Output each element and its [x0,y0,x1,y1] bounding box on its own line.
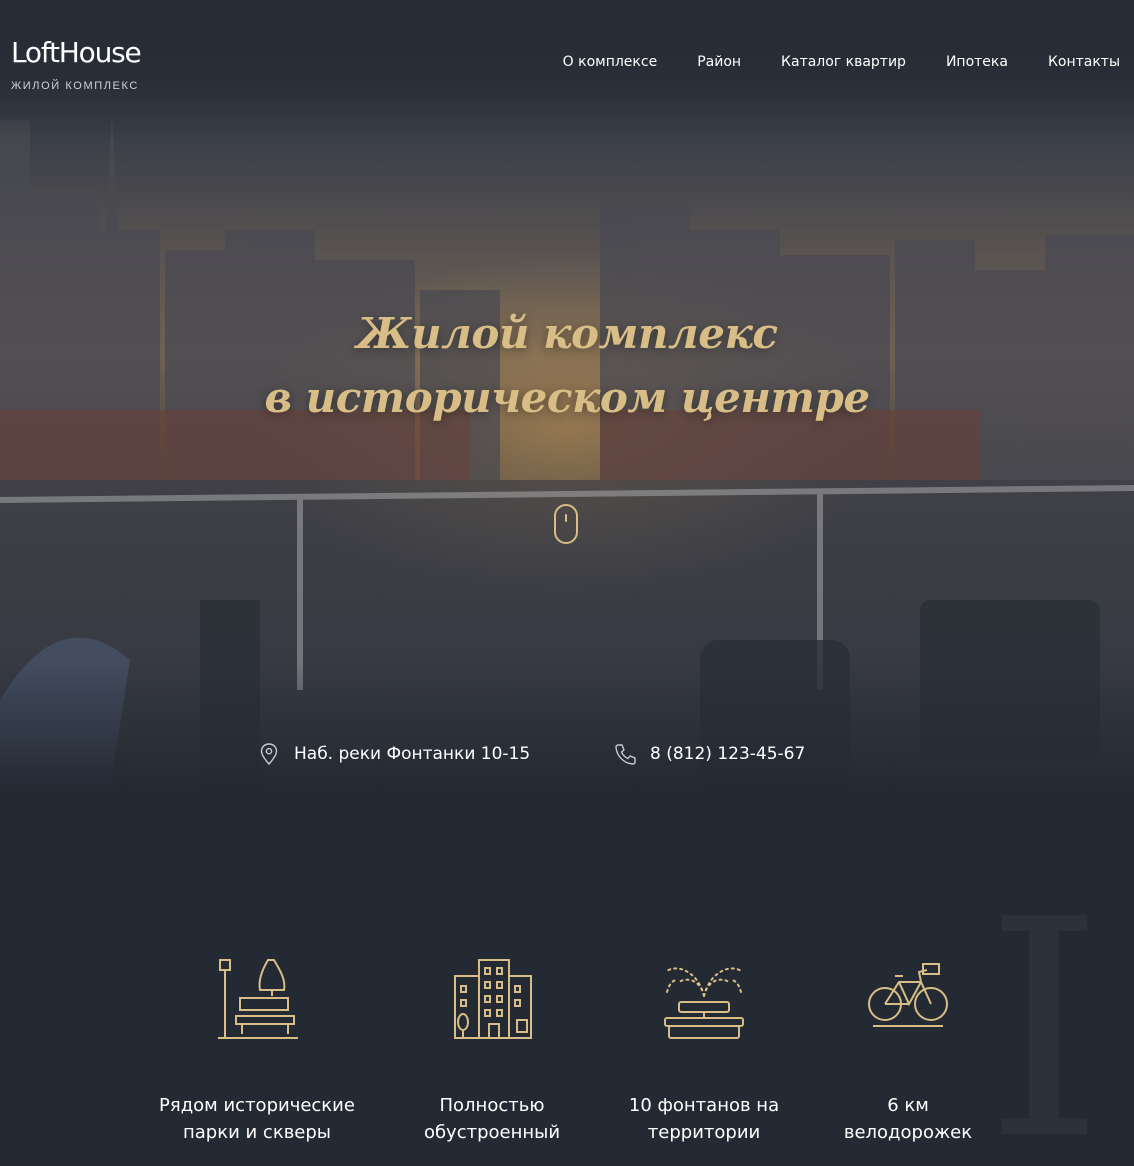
features-section: Рядом исторические парки и скверы Полнос… [0,940,1134,1166]
feature-label-line: 6 км [887,1095,929,1116]
feature-label: Рядом исторические парки и скверы [147,1092,367,1146]
fountain-icon [664,967,744,1039]
address-item: Наб. реки Фонтанки 10-15 [258,742,530,766]
location-pin-icon [260,743,278,766]
nav-item-district[interactable]: Район [697,52,741,72]
feature-item: Рядом исторические парки и скверы [147,940,367,1146]
bicycle-icon [868,963,948,1027]
feature-label: 10 фонтанов на территории [594,1092,814,1146]
contact-bar: Наб. реки Фонтанки 10-15 8 (812) 123-45-… [0,742,1134,770]
logo[interactable]: LoftHouse ЖИЛОЙ КОМПЛЕКС [11,36,142,92]
logo-tagline: ЖИЛОЙ КОМПЛЕКС [11,80,139,92]
phone-item[interactable]: 8 (812) 123-45-67 [614,742,805,766]
feature-label: Полностью обустроенный [382,1092,602,1146]
logo-name: LoftHouse [11,36,142,69]
hero-title-line-1: Жилой комплекс [356,309,778,358]
feature-item: Полностью обустроенный [382,940,602,1146]
hero-bottom-gradient [0,660,1134,790]
phone-text[interactable]: 8 (812) 123-45-67 [650,744,805,764]
nav-item-about[interactable]: О комплексе [563,52,658,72]
mouse-scroll-icon[interactable] [554,504,578,544]
feature-item: 6 км велодорожек [798,940,1018,1146]
phone-icon [615,744,636,765]
feature-label-line: обустроенный [423,1122,561,1143]
feature-item: 10 фонтанов на территории [594,940,814,1146]
feature-label: 6 км велодорожек [798,1092,1018,1146]
feature-label-line: территории [647,1122,761,1143]
feature-label-line: Рядом исторические [159,1095,355,1116]
hero-title: Жилой комплекс в историческом центре [0,302,1134,430]
site-header: LoftHouse ЖИЛОЙ КОМПЛЕКС О комплексе Рай… [0,0,1134,100]
nav-item-mortgage[interactable]: Ипотека [946,52,1008,72]
buildings-icon [454,959,532,1039]
feature-label-line: парки и скверы [182,1122,332,1143]
park-bench-icon [218,959,298,1039]
hero-title-line-2: в историческом центре [264,373,870,422]
feature-label-line: велодорожек [843,1122,973,1143]
nav-item-contacts[interactable]: Контакты [1048,52,1120,72]
main-nav: О комплексе Район Каталог квартир Ипотек… [563,52,1120,72]
nav-item-catalog[interactable]: Каталог квартир [781,52,906,72]
feature-label-line: Полностью [439,1095,545,1116]
address-text: Наб. реки Фонтанки 10-15 [294,744,531,764]
feature-label-line: 10 фонтанов на [628,1095,780,1116]
